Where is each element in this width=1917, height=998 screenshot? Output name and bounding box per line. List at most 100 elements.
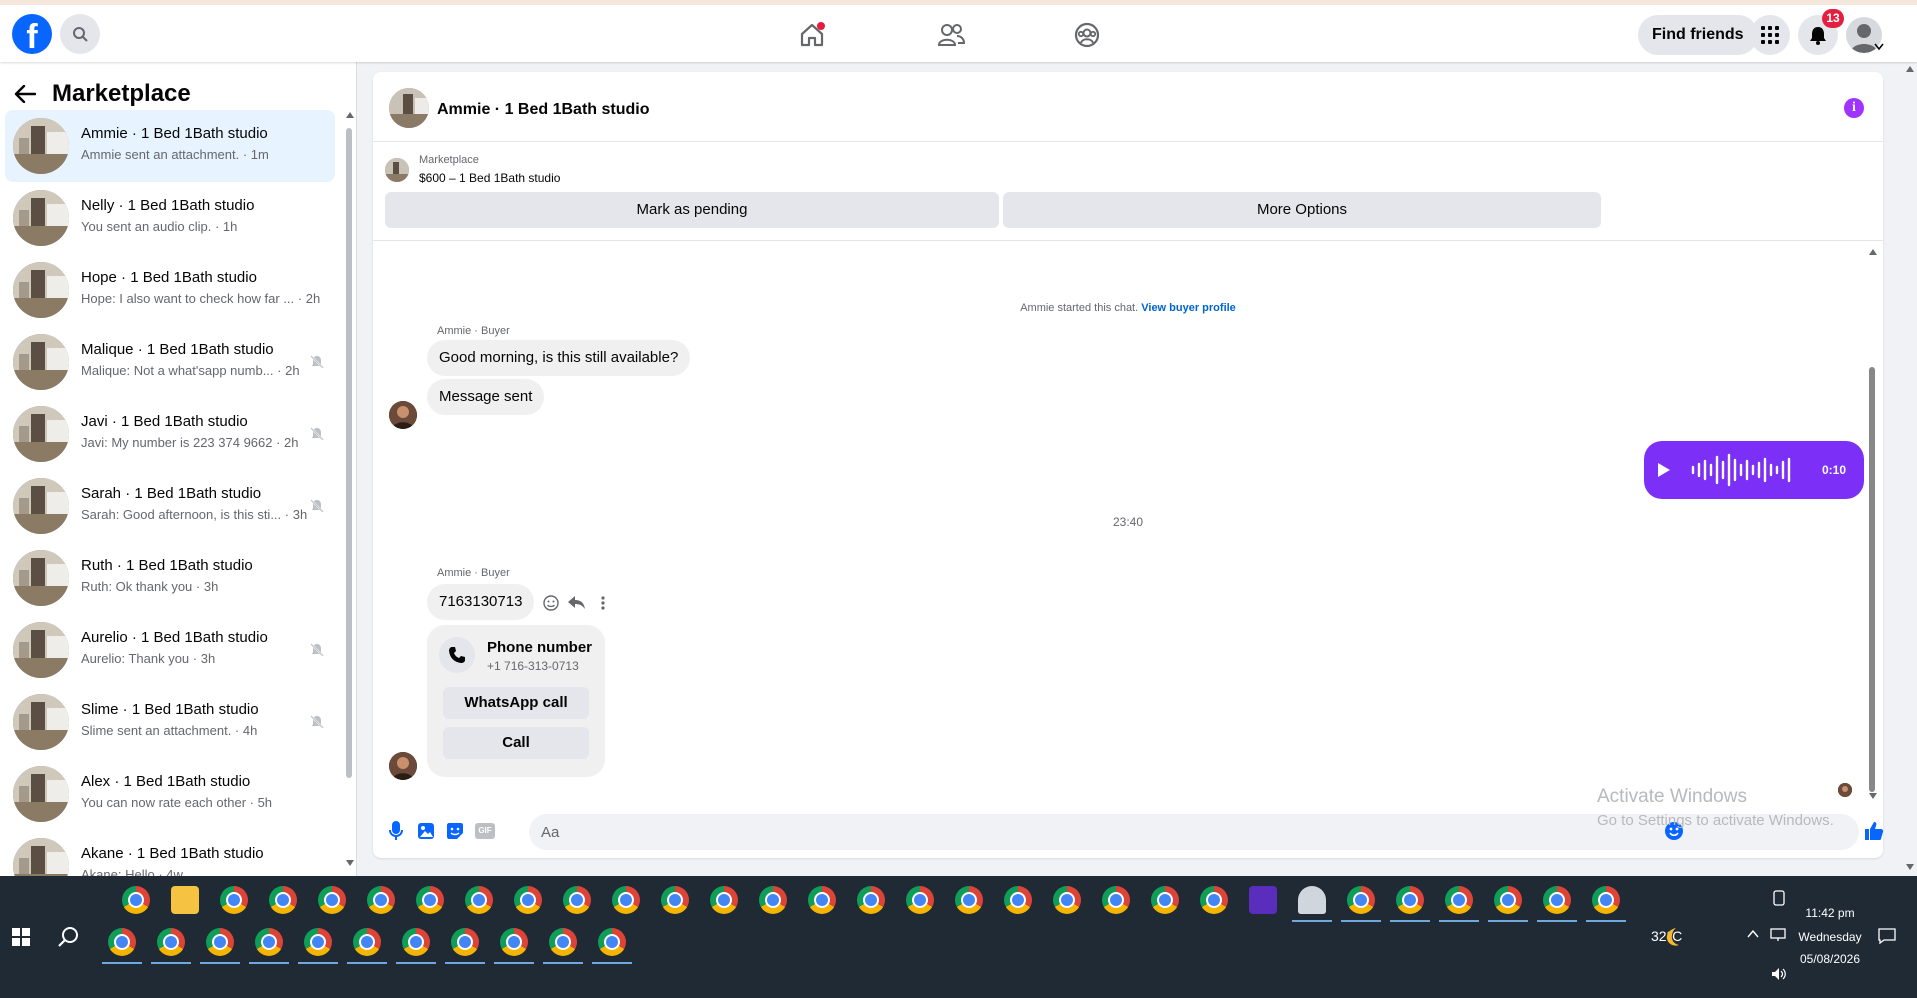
taskbar-search-icon[interactable] xyxy=(58,926,80,948)
conversation-item[interactable]: Akane · 1 Bed 1Bath studio Akane: Hello ·… xyxy=(5,830,335,876)
taskbar-app-icon[interactable] xyxy=(1396,886,1424,914)
chevron-up-icon[interactable] xyxy=(1747,930,1759,938)
taskbar-app-icon[interactable] xyxy=(549,928,577,956)
taskbar-app-icon[interactable] xyxy=(269,886,297,914)
voice-clip-button[interactable] xyxy=(385,820,407,842)
taskbar-app-icon[interactable] xyxy=(563,886,591,914)
mark-as-pending-button[interactable]: Mark as pending xyxy=(385,192,999,228)
taskbar-tray-icon[interactable] xyxy=(1773,890,1785,906)
windows-start-icon[interactable] xyxy=(12,928,30,946)
nav-friends-tab[interactable] xyxy=(933,17,969,53)
chat-header-avatar[interactable] xyxy=(389,88,429,128)
clock-date[interactable]: 05/08/2026 xyxy=(1794,952,1866,966)
taskbar-app-icon[interactable] xyxy=(1249,886,1277,914)
taskbar-app-icon[interactable] xyxy=(171,886,199,914)
taskbar-app-icon[interactable] xyxy=(353,928,381,956)
scroll-down-icon[interactable] xyxy=(1869,793,1877,799)
view-buyer-profile-link[interactable]: View buyer profile xyxy=(1141,302,1236,314)
taskbar-app-icon[interactable] xyxy=(318,886,346,914)
play-icon[interactable] xyxy=(1658,463,1670,477)
scroll-down-icon[interactable] xyxy=(1906,864,1914,870)
taskbar-app-icon[interactable] xyxy=(1151,886,1179,914)
sticker-button[interactable] xyxy=(444,820,466,842)
buyer-avatar[interactable] xyxy=(389,401,417,429)
whatsapp-call-button[interactable]: WhatsApp call xyxy=(443,687,589,719)
nav-home-tab[interactable] xyxy=(794,17,830,53)
taskbar-app-icon[interactable] xyxy=(255,928,283,956)
volume-icon[interactable] xyxy=(1771,967,1787,981)
taskbar-app-icon[interactable] xyxy=(220,886,248,914)
taskbar-app-icon[interactable] xyxy=(108,928,136,956)
taskbar-app-icon[interactable] xyxy=(1445,886,1473,914)
taskbar-app-icon[interactable] xyxy=(157,928,185,956)
conversation-item[interactable]: Ruth · 1 Bed 1Bath studio Ruth: Ok thank … xyxy=(5,542,335,614)
more-options-button[interactable]: More Options xyxy=(1003,192,1601,228)
conversation-item[interactable]: Nelly · 1 Bed 1Bath studio You sent an au… xyxy=(5,182,335,254)
taskbar-app-icon[interactable] xyxy=(122,886,150,914)
react-button[interactable] xyxy=(541,593,561,613)
info-icon[interactable]: i xyxy=(1844,98,1864,118)
more-actions-button[interactable] xyxy=(593,593,613,613)
clock-time[interactable]: 11:42 pm xyxy=(1800,906,1860,920)
chevron-down-icon[interactable] xyxy=(1874,43,1884,51)
network-icon[interactable] xyxy=(1770,928,1786,942)
taskbar-app-icon[interactable] xyxy=(451,928,479,956)
scroll-up-icon[interactable] xyxy=(1906,66,1914,72)
conversation-item[interactable]: Ammie · 1 Bed 1Bath studio Ammie sent an … xyxy=(5,110,335,182)
taskbar-app-icon[interactable] xyxy=(304,928,332,956)
taskbar-app-icon[interactable] xyxy=(416,886,444,914)
scroll-down-icon[interactable] xyxy=(346,860,354,866)
buyer-avatar[interactable] xyxy=(389,752,417,780)
reply-button[interactable] xyxy=(567,593,587,613)
taskbar-app-icon[interactable] xyxy=(1494,886,1522,914)
taskbar-app-icon[interactable] xyxy=(710,886,738,914)
conversation-item[interactable]: Sarah · 1 Bed 1Bath studio Sarah: Good af… xyxy=(5,470,335,542)
find-friends-button[interactable]: Find friends xyxy=(1638,15,1758,55)
conversation-item[interactable]: Slime · 1 Bed 1Bath studio Slime sent an … xyxy=(5,686,335,758)
message-scroll-thumb[interactable] xyxy=(1869,367,1875,792)
taskbar-app-icon[interactable] xyxy=(857,886,885,914)
taskbar-app-icon[interactable] xyxy=(465,886,493,914)
message-bubble[interactable]: Good morning, is this still available? xyxy=(427,340,691,376)
message-bubble[interactable]: 7163130713 xyxy=(427,584,535,620)
nav-groups-tab[interactable] xyxy=(1069,17,1105,53)
notification-center-icon[interactable] xyxy=(1878,928,1896,944)
like-button[interactable] xyxy=(1863,820,1885,842)
scroll-up-icon[interactable] xyxy=(346,112,354,118)
scroll-up-icon[interactable] xyxy=(1869,249,1877,255)
attach-photo-button[interactable] xyxy=(415,820,437,842)
taskbar-app-icon[interactable] xyxy=(1592,886,1620,914)
taskbar-app-icon[interactable] xyxy=(402,928,430,956)
message-bubble[interactable]: Message sent xyxy=(427,379,545,415)
taskbar-app-icon[interactable] xyxy=(612,886,640,914)
clock-day[interactable]: Wednesday xyxy=(1794,930,1866,944)
conversation-item[interactable]: Malique · 1 Bed 1Bath studio Malique: Not… xyxy=(5,326,335,398)
back-arrow-icon[interactable] xyxy=(14,85,36,103)
taskbar-app-icon[interactable] xyxy=(1004,886,1032,914)
conversation-item[interactable]: Javi · 1 Bed 1Bath studio Javi: My number… xyxy=(5,398,335,470)
menu-button[interactable] xyxy=(1750,15,1790,55)
taskbar-app-icon[interactable] xyxy=(367,886,395,914)
taskbar-app-icon[interactable] xyxy=(1200,886,1228,914)
taskbar-app-icon[interactable] xyxy=(906,886,934,914)
audio-message[interactable]: 0:10 xyxy=(1644,441,1864,499)
taskbar-app-icon[interactable] xyxy=(1347,886,1375,914)
page-scrollbar[interactable] xyxy=(1903,62,1917,876)
conversation-item[interactable]: Hope · 1 Bed 1Bath studio Hope: I also wa… xyxy=(5,254,335,326)
conversation-item[interactable]: Aurelio · 1 Bed 1Bath studio Aurelio: Tha… xyxy=(5,614,335,686)
taskbar-app-icon[interactable] xyxy=(955,886,983,914)
taskbar-app-icon[interactable] xyxy=(514,886,542,914)
taskbar-app-icon[interactable] xyxy=(1543,886,1571,914)
sidebar-scroll-thumb[interactable] xyxy=(346,128,352,778)
taskbar-app-icon[interactable] xyxy=(661,886,689,914)
taskbar-app-icon[interactable] xyxy=(1298,886,1326,914)
taskbar-app-icon[interactable] xyxy=(598,928,626,956)
taskbar-app-icon[interactable] xyxy=(1102,886,1130,914)
taskbar-app-icon[interactable] xyxy=(206,928,234,956)
search-button[interactable] xyxy=(60,14,100,54)
taskbar-app-icon[interactable] xyxy=(808,886,836,914)
call-button[interactable]: Call xyxy=(443,727,589,759)
conversation-item[interactable]: Alex · 1 Bed 1Bath studio You can now rat… xyxy=(5,758,335,830)
taskbar-app-icon[interactable] xyxy=(500,928,528,956)
taskbar-app-icon[interactable] xyxy=(1053,886,1081,914)
